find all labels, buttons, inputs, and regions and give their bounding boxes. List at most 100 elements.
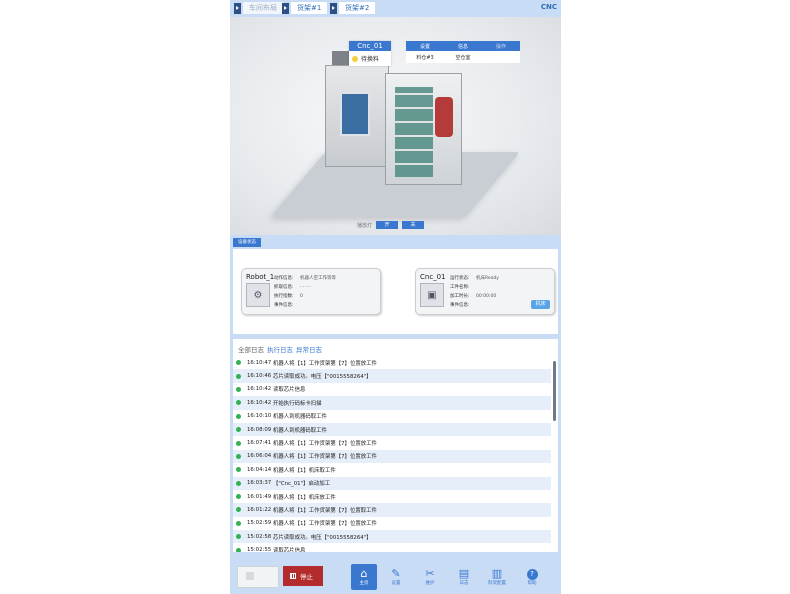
log-entry: 16:06:04 机器人将【1】工作货架第【7】位置放工件 [233, 449, 551, 464]
log-text: 机器人将【1】工作货架第【7】位置放工件 [273, 521, 377, 528]
breadcrumb-workshop[interactable]: 车间布局 [234, 2, 283, 14]
app-window: 车间布局 货架#1 货架#2 CNC Cnc_01 待换料 设置 信息 操作 料… [230, 0, 561, 594]
table-header: 设置 [419, 43, 430, 50]
status-dot-icon [236, 507, 241, 513]
cnc-status-button[interactable]: 机床 [531, 300, 550, 309]
nav-tools[interactable]: ✂ 维护 [417, 564, 443, 590]
nav-log[interactable]: ▤ 日志 [451, 564, 477, 590]
breadcrumb-shelf-2[interactable]: 货架#2 [330, 2, 376, 14]
status-dot-icon [236, 386, 241, 392]
tools-icon: ✂ [425, 567, 435, 580]
log-text: 机器人将【1】工作货架第【7】位置放工件 [273, 454, 377, 461]
field-label: 执行指数: [274, 294, 294, 299]
cnc-name: Cnc_01 [420, 273, 446, 281]
nav-rack[interactable]: ▥ 料架配置 [484, 564, 510, 590]
scene-controls: 播放灯 开 关 [357, 221, 425, 229]
robot-arm [435, 97, 453, 137]
cnc-card-title: Cnc_01 [349, 41, 391, 51]
log-text: 读取芯片信息 [273, 548, 306, 552]
cnc-info-card[interactable]: Cnc_01 待换料 [349, 41, 391, 66]
log-time: 16:10:42 [247, 386, 272, 393]
cnc-card[interactable]: Cnc_01 ▣ 运行状态: 机床Ready 工件名称: 加工时长: 00:00:0… [415, 268, 555, 315]
status-dot-icon [236, 453, 241, 459]
nav-help[interactable]: ? 帮助 [519, 564, 545, 590]
field-value: - - - - [300, 285, 311, 290]
log-entry: 16:10:47 机器人将【1】工作货架第【7】位置放工件 [233, 356, 551, 369]
nav-home[interactable]: ⌂ 主页 [351, 564, 377, 590]
light-off-button[interactable]: 关 [402, 221, 425, 229]
status-dot-icon [236, 413, 241, 419]
log-entry: 16:01:22 机器人将【1】工作货架第【7】位置取工件 [233, 503, 551, 517]
start-button[interactable] [237, 566, 279, 588]
device-section-label: 设备状态 [233, 238, 261, 247]
status-dot-icon [236, 534, 241, 540]
log-text: 机器人将【1】机床放工件 [273, 494, 336, 501]
log-time: 16:10:42 [247, 399, 272, 406]
robot-name: Robot_1 [246, 273, 275, 281]
log-icon: ▤ [458, 567, 470, 580]
breadcrumb-shelf-1[interactable]: 货架#1 [282, 2, 328, 14]
log-time: 16:10:46 [247, 373, 272, 380]
cnc-icon: ▣ [420, 283, 444, 307]
status-dot-icon [236, 373, 241, 379]
settings-icon: ✎ [391, 567, 401, 580]
log-entry: 15:02:55 读取芯片信息 [233, 543, 551, 552]
log-time: 15:02:58 [247, 533, 272, 540]
log-text: 读取芯片信息 [273, 387, 306, 394]
breadcrumb-arrow-icon [282, 2, 289, 14]
log-time: 16:07:41 [247, 440, 272, 447]
nav-label: 维护 [425, 581, 435, 586]
light-on-button[interactable]: 开 [376, 221, 399, 229]
log-entry: 16:08:09 机器人到机器码取工件 [233, 422, 551, 437]
status-dot-icon [236, 547, 241, 552]
log-list: 16:10:47 机器人将【1】工作货架第【7】位置放工件 16:10:46 芯片读取… [233, 356, 551, 552]
nav-label: 主页 [359, 581, 369, 586]
table-cell: 料仓#3 [416, 54, 434, 61]
status-dot-icon [236, 427, 241, 433]
status-dot-icon [236, 400, 241, 406]
log-panel: 全部日志 执行日志 异常日志 16:10:47 机器人将【1】工作货架第【7】位置… [233, 339, 558, 552]
status-dot-icon [352, 55, 358, 62]
home-icon: ⌂ [360, 567, 368, 580]
log-time: 16:10:10 [247, 413, 272, 420]
log-time: 16:10:47 [247, 359, 272, 366]
nav-label: 料架配置 [488, 581, 506, 586]
breadcrumb-arrow-icon [234, 2, 241, 14]
stop-button[interactable]: 停止 [283, 566, 323, 586]
material-shelf [395, 87, 433, 177]
log-text: 机器人将【1】工作货架第【7】位置放工件 [273, 360, 377, 367]
log-entry: 16:03:37 【"Cnc_01"】启动加工 [233, 476, 551, 490]
tab-all-logs[interactable]: 全部日志 [238, 344, 264, 354]
field-label: 工件名称: [450, 285, 470, 290]
status-dot-icon [236, 494, 241, 500]
device-status-area: Robot_1 ⚙ 动作信息: 机器人空工作等等 抓取信息: - - - - 执行指… [233, 249, 558, 334]
nav-settings[interactable]: ✎ 设置 [383, 564, 409, 590]
log-time: 16:06:04 [247, 453, 272, 460]
log-text: 开始执行码标卡扫描 [273, 400, 322, 407]
rack-icon: ▥ [491, 567, 503, 580]
table-header: 操作 [495, 43, 506, 50]
field-value: 机器人空工作等等 [300, 276, 336, 281]
slot-info-table: 设置 信息 操作 料仓#3 空仓室 [406, 41, 520, 63]
tab-error-logs[interactable]: 异常日志 [296, 344, 322, 354]
log-time: 16:04:14 [247, 466, 272, 473]
field-value: 0 [300, 294, 303, 299]
robot-icon: ⚙ [246, 283, 270, 307]
tab-exec-logs[interactable]: 执行日志 [267, 344, 293, 354]
status-dot-icon [236, 360, 241, 366]
scene-control-label: 播放灯 [357, 222, 373, 229]
log-time: 16:08:09 [247, 426, 272, 433]
field-label: 事件信息: [274, 303, 294, 308]
log-time: 15:02:59 [247, 520, 272, 527]
machine-scene[interactable]: Cnc_01 待换料 设置 信息 操作 料仓#3 空仓室 播放灯 开 关 [230, 17, 561, 235]
log-time: 16:01:22 [247, 506, 272, 513]
robot-card[interactable]: Robot_1 ⚙ 动作信息: 机器人空工作等等 抓取信息: - - - - 执行指… [241, 268, 381, 315]
field-label: 抓取信息: [274, 285, 294, 290]
log-scrollbar[interactable] [553, 361, 556, 421]
status-dot-icon [236, 520, 241, 526]
log-entry: 16:10:42 开始执行码标卡扫描 [233, 396, 551, 410]
log-time: 16:03:37 [247, 480, 272, 487]
log-entry: 15:02:58 芯片读取成功。电压【"0015558264"】 [233, 530, 551, 544]
log-entry: 16:10:42 读取芯片信息 [233, 383, 551, 396]
log-text: 芯片读取成功。电压【"0015558264"】 [273, 374, 372, 381]
